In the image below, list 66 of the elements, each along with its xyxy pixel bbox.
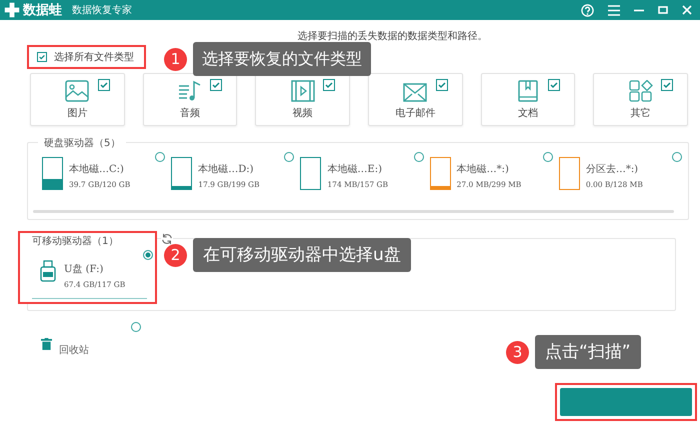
checkbox[interactable] bbox=[98, 79, 110, 91]
document-icon bbox=[516, 80, 540, 102]
app-name: 数据蛙 bbox=[23, 2, 62, 19]
step-number: 3 bbox=[506, 340, 529, 364]
radio-button[interactable] bbox=[131, 322, 141, 332]
callout-tooltip: 选择要恢复的文件类型 bbox=[193, 42, 371, 76]
radio-button[interactable] bbox=[143, 250, 154, 260]
radio-button[interactable] bbox=[672, 152, 682, 162]
file-type-label: 图片 bbox=[67, 106, 88, 120]
checkbox[interactable] bbox=[661, 79, 674, 91]
section-title: 硬盘驱动器（5） bbox=[38, 136, 126, 150]
trash-icon bbox=[41, 338, 52, 350]
callout-tooltip: 点击“扫描” bbox=[535, 335, 641, 369]
image-icon bbox=[65, 80, 90, 102]
app-subtitle: 数据恢复专家 bbox=[72, 4, 132, 17]
minimize-icon[interactable] bbox=[634, 8, 644, 12]
checkmark-icon bbox=[549, 80, 560, 90]
drive-item[interactable]: 回收站 bbox=[27, 319, 147, 359]
checkmark-icon bbox=[38, 53, 46, 61]
checkbox[interactable] bbox=[210, 79, 222, 91]
file-type-label: 视频 bbox=[292, 106, 313, 120]
help-icon[interactable] bbox=[581, 4, 594, 16]
logo-icon bbox=[4, 2, 20, 18]
drive-name: 本地磁…E:) bbox=[327, 162, 383, 176]
radio-button[interactable] bbox=[414, 152, 424, 162]
file-type-card[interactable]: 其它 bbox=[593, 73, 688, 126]
file-type-card[interactable]: 电子邮件 bbox=[368, 73, 463, 126]
file-type-card[interactable]: 图片 bbox=[30, 73, 125, 126]
checkmark-icon bbox=[211, 80, 222, 90]
shapes-icon bbox=[628, 80, 653, 102]
drive-name: 分区去…*:) bbox=[586, 162, 640, 176]
checkmark-icon bbox=[324, 80, 334, 90]
file-type-card[interactable]: 文档 bbox=[480, 73, 576, 126]
drive-name: 本地磁…C:) bbox=[69, 162, 125, 176]
maximize-icon[interactable] bbox=[658, 6, 668, 14]
callout-tooltip: 在可移动驱动器中选择u盘 bbox=[193, 238, 411, 272]
radio-button[interactable] bbox=[155, 152, 166, 162]
file-type-label: 电子邮件 bbox=[395, 106, 436, 120]
refresh-icon[interactable] bbox=[161, 233, 173, 245]
drive-name: 本地磁…*:) bbox=[456, 162, 510, 176]
checkbox[interactable] bbox=[436, 79, 448, 91]
close-icon[interactable] bbox=[682, 5, 692, 15]
select-all-label: 选择所有文件类型 bbox=[54, 50, 134, 64]
drive-name: U盘 (F:) bbox=[64, 263, 104, 276]
checkmark-icon bbox=[98, 80, 109, 90]
menu-icon[interactable] bbox=[608, 4, 620, 16]
radio-button[interactable] bbox=[542, 152, 553, 162]
file-type-label: 文档 bbox=[518, 106, 538, 120]
radio-button[interactable] bbox=[284, 152, 294, 162]
checkbox[interactable] bbox=[548, 79, 560, 91]
instruction-text: 选择要扫描的丢失数据的数据类型和路径。 bbox=[296, 31, 488, 44]
music-note-icon bbox=[178, 80, 202, 102]
usb-drive-icon bbox=[40, 260, 56, 282]
checkbox[interactable] bbox=[323, 79, 336, 91]
step-number: 2 bbox=[164, 244, 187, 266]
checkbox[interactable] bbox=[37, 52, 47, 62]
scrollbar[interactable] bbox=[33, 210, 674, 213]
checkmark-icon bbox=[662, 80, 672, 90]
file-type-label: 其它 bbox=[630, 106, 651, 120]
recycle-bin-label: 回收站 bbox=[59, 344, 89, 357]
file-type-label: 音频 bbox=[180, 106, 200, 120]
film-icon bbox=[290, 80, 315, 102]
select-all-checkbox[interactable]: 选择所有文件类型 bbox=[37, 50, 134, 64]
drive-name: 本地磁…D:) bbox=[198, 162, 254, 176]
step-number: 1 bbox=[164, 48, 187, 70]
checkmark-icon bbox=[436, 80, 447, 90]
